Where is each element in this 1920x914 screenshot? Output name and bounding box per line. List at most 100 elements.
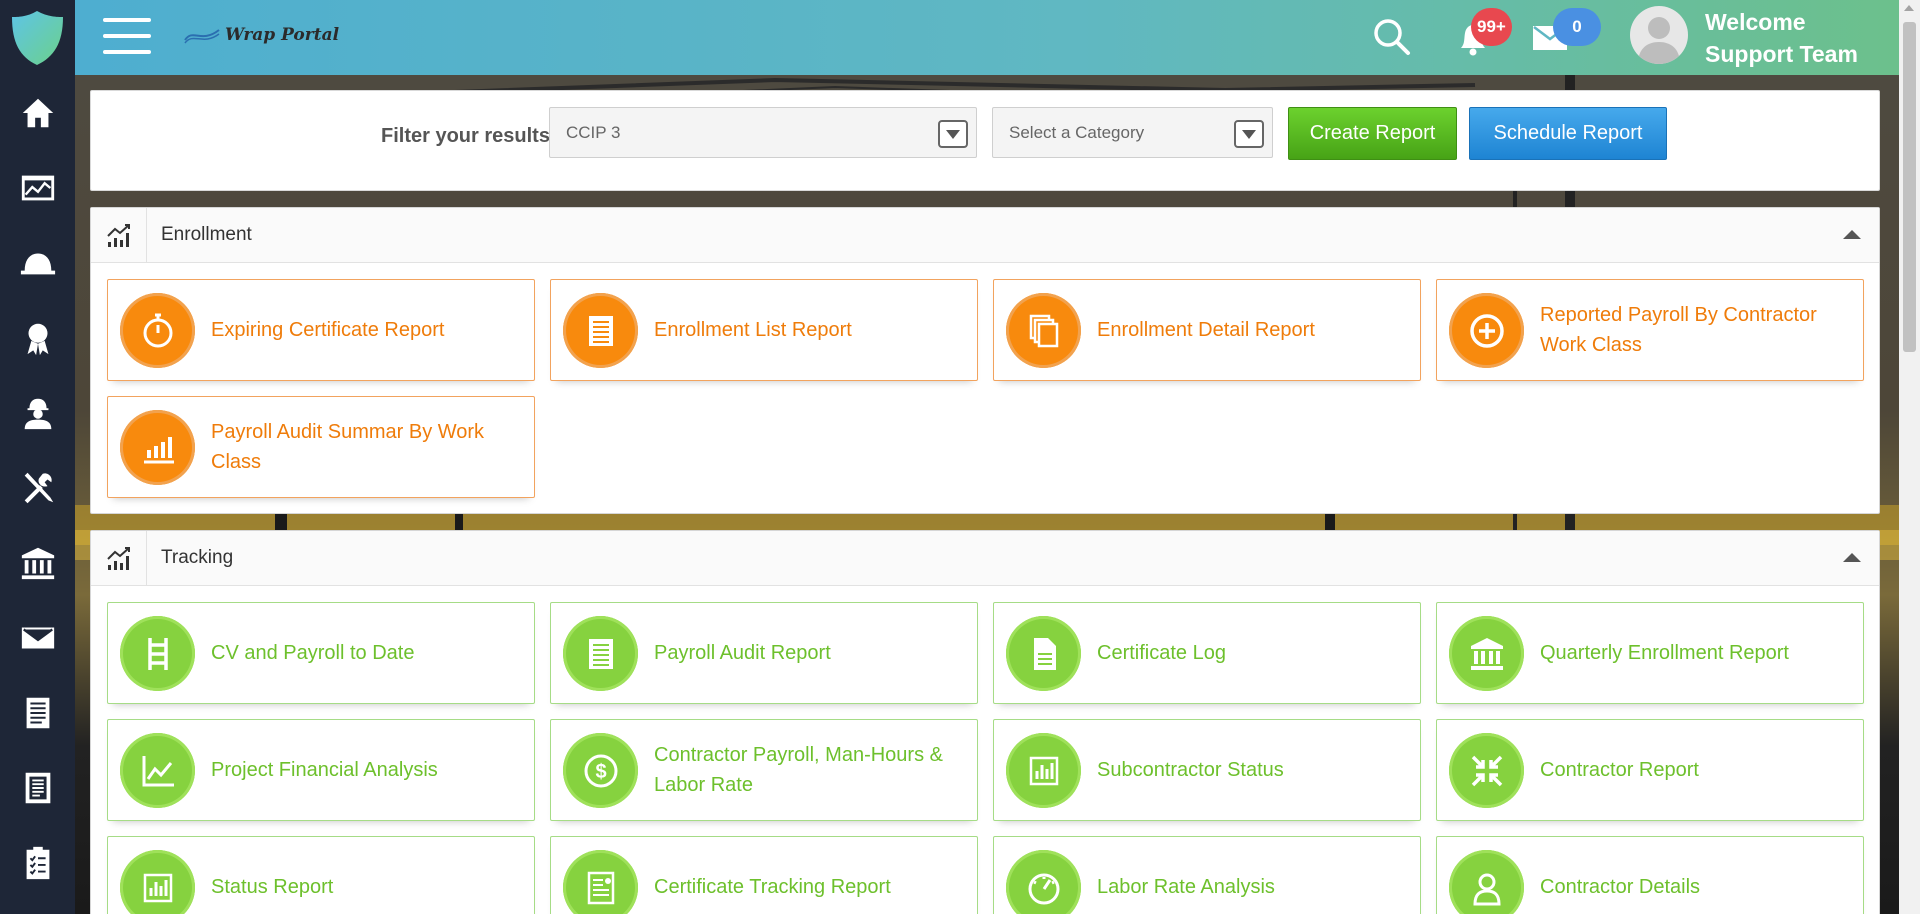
- scroll-up-arrow-icon[interactable]: [1904, 5, 1914, 11]
- shield-logo-icon[interactable]: [10, 9, 65, 67]
- menu-toggle-button[interactable]: [103, 18, 153, 55]
- report-card-label: Reported Payroll By Contractor Work Clas…: [1540, 304, 1817, 356]
- report-card-payroll-audit[interactable]: Payroll Audit Report: [550, 602, 978, 704]
- enrollment-panel: Enrollment Expiring Certificate Report E…: [90, 207, 1880, 514]
- mail-icon: [21, 627, 54, 649]
- list-document-icon: [588, 315, 613, 346]
- sidebar-item-checklist[interactable]: [0, 833, 75, 893]
- report-card-label: Certificate Log: [1097, 642, 1226, 664]
- clipboard-checklist-icon: [26, 846, 49, 880]
- report-card-contractor-details[interactable]: Contractor Details: [1436, 836, 1864, 914]
- bank-icon: [1470, 637, 1503, 670]
- report-card-label: Payroll Audit Report: [654, 642, 831, 664]
- svg-text:$: $: [595, 761, 606, 783]
- brand-logo[interactable]: Wrap Portal: [183, 24, 339, 46]
- report-card-subcontractor-status[interactable]: Subcontractor Status: [993, 719, 1421, 821]
- report-card-enrollment-list[interactable]: Enrollment List Report: [550, 279, 978, 381]
- project-select-value: CCIP 3: [566, 123, 621, 142]
- chevron-down-icon[interactable]: [1234, 120, 1264, 148]
- welcome-greeting: Welcome: [1705, 9, 1806, 35]
- report-card-certificate-tracking[interactable]: Certificate Tracking Report: [550, 836, 978, 914]
- list-document-icon: [588, 638, 613, 669]
- sidebar-item-dashboard[interactable]: [0, 158, 75, 218]
- report-card-reported-payroll[interactable]: Reported Payroll By Contractor Work Clas…: [1436, 279, 1864, 381]
- sidebar-item-mail[interactable]: [0, 608, 75, 668]
- report-card-label: Project Financial Analysis: [211, 759, 438, 781]
- stacked-documents-icon: [1029, 314, 1058, 347]
- category-select[interactable]: Select a Category: [992, 107, 1273, 158]
- project-select[interactable]: CCIP 3: [549, 107, 977, 158]
- sidebar-item-home[interactable]: [0, 83, 75, 143]
- tracking-title: Tracking: [161, 547, 234, 568]
- compress-arrows-icon: [1471, 755, 1502, 786]
- welcome-text[interactable]: Welcome Support Team: [1705, 6, 1858, 70]
- report-card-label: Subcontractor Status: [1097, 759, 1284, 781]
- chevron-down-icon[interactable]: [938, 120, 968, 148]
- report-card-cv-payroll[interactable]: CV and Payroll to Date: [107, 602, 535, 704]
- report-card-label: Expiring Certificate Report: [211, 319, 445, 341]
- trend-chart-icon: [106, 546, 130, 570]
- hard-hat-icon: [20, 253, 55, 275]
- enrollment-panel-header[interactable]: Enrollment: [91, 208, 1879, 263]
- report-card-label: Payroll Audit Summar By Work Class: [211, 421, 485, 473]
- ladder-icon: [147, 637, 168, 670]
- welcome-user-name: Support Team: [1705, 41, 1858, 67]
- search-icon[interactable]: [1371, 16, 1411, 56]
- report-card-expiring-certificate[interactable]: Expiring Certificate Report: [107, 279, 535, 381]
- gauge-icon: [1028, 873, 1059, 904]
- top-header: Wrap Portal 99+ 0 Welcome Support Team: [75, 0, 1899, 75]
- report-card-label: Contractor Payroll, Man-Hours & Labor Ra…: [654, 744, 943, 796]
- bank-icon: [21, 547, 54, 580]
- report-card-label: Enrollment List Report: [654, 319, 852, 341]
- enrollment-title: Enrollment: [161, 224, 252, 245]
- sidebar-item-safety[interactable]: [0, 233, 75, 293]
- chart-frame-icon: [1029, 756, 1058, 785]
- scrollbar-thumb[interactable]: [1903, 22, 1916, 352]
- brand-name: Wrap Portal: [225, 25, 340, 45]
- report-card-label: Quarterly Enrollment Report: [1540, 642, 1789, 664]
- report-card-project-financial[interactable]: Project Financial Analysis: [107, 719, 535, 821]
- file-icon: [1033, 637, 1056, 670]
- sidebar: [0, 0, 75, 914]
- tracking-panel-header[interactable]: Tracking: [91, 531, 1879, 586]
- sidebar-item-tools[interactable]: [0, 458, 75, 518]
- certificate-document-icon: [587, 871, 614, 904]
- schedule-report-button[interactable]: Schedule Report: [1469, 107, 1667, 160]
- plus-circle-icon: [1469, 313, 1504, 348]
- report-page-icon: [25, 772, 50, 804]
- notifications-badge[interactable]: 99+: [1471, 8, 1512, 46]
- collapse-icon[interactable]: [1843, 553, 1861, 562]
- report-card-contractor-payroll[interactable]: $ Contractor Payroll, Man-Hours & Labor …: [550, 719, 978, 821]
- category-select-placeholder: Select a Category: [1009, 123, 1145, 142]
- sidebar-item-workers[interactable]: [0, 383, 75, 443]
- report-card-label: Certificate Tracking Report: [654, 876, 891, 898]
- sidebar-item-bank[interactable]: [0, 533, 75, 593]
- collapse-icon[interactable]: [1843, 230, 1861, 239]
- report-card-label: Enrollment Detail Report: [1097, 319, 1315, 341]
- report-card-label: Contractor Report: [1540, 759, 1699, 781]
- sidebar-item-awards[interactable]: [0, 308, 75, 368]
- tracking-panel: Tracking CV and Payroll to Date Payroll …: [90, 530, 1880, 914]
- report-card-quarterly-enrollment[interactable]: Quarterly Enrollment Report: [1436, 602, 1864, 704]
- dashboard-chart-icon: [21, 175, 54, 201]
- report-card-labor-rate-analysis[interactable]: Labor Rate Analysis: [993, 836, 1421, 914]
- create-report-button[interactable]: Create Report: [1288, 107, 1457, 160]
- sidebar-item-reports[interactable]: [0, 758, 75, 818]
- report-card-label: Labor Rate Analysis: [1097, 876, 1275, 898]
- user-outline-icon: [1472, 873, 1501, 905]
- report-card-label: CV and Payroll to Date: [211, 642, 415, 664]
- report-card-status-report[interactable]: Status Report: [107, 836, 535, 914]
- wave-logo-icon: [184, 29, 220, 44]
- report-card-payroll-audit-summary[interactable]: Payroll Audit Summar By Work Class: [107, 396, 535, 498]
- document-icon: [26, 697, 49, 729]
- report-card-enrollment-detail[interactable]: Enrollment Detail Report: [993, 279, 1421, 381]
- avatar[interactable]: [1630, 6, 1688, 64]
- messages-badge[interactable]: 0: [1553, 8, 1601, 46]
- line-chart-icon: [142, 755, 174, 786]
- page-scrollbar[interactable]: [1899, 0, 1920, 914]
- report-card-certificate-log[interactable]: Certificate Log: [993, 602, 1421, 704]
- sidebar-item-documents[interactable]: [0, 683, 75, 743]
- report-card-contractor-report[interactable]: Contractor Report: [1436, 719, 1864, 821]
- worker-icon: [24, 398, 51, 430]
- report-card-label: Contractor Details: [1540, 876, 1701, 898]
